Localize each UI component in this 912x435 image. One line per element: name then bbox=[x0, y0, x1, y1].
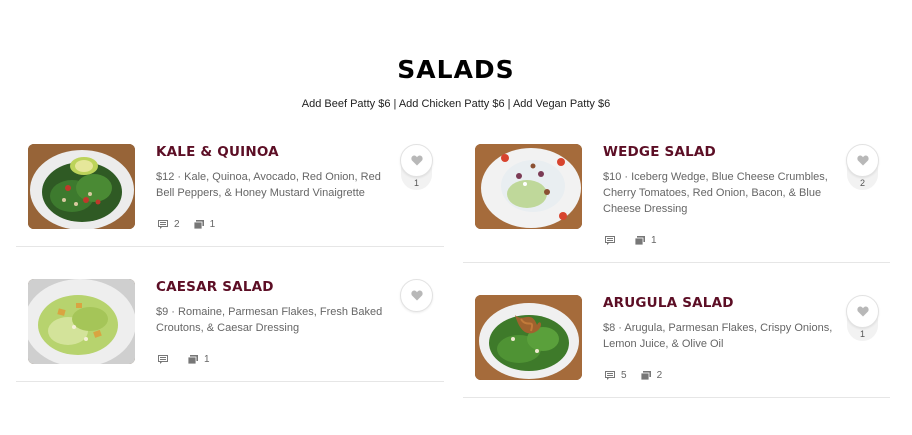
like-widget[interactable] bbox=[400, 279, 433, 312]
photo-icon bbox=[635, 236, 645, 245]
menu-item-kale-quinoa[interactable]: KALE & QUINOA $12 · Kale, Quinoa, Avocad… bbox=[16, 144, 444, 247]
item-meta: 5 2 bbox=[605, 370, 662, 381]
item-photo[interactable] bbox=[28, 279, 135, 364]
photos-number: 1 bbox=[204, 354, 210, 365]
photos-count[interactable]: 2 bbox=[640, 370, 663, 381]
photos-number: 1 bbox=[209, 219, 216, 230]
item-name[interactable]: CAESAR SALAD bbox=[156, 279, 274, 295]
like-widget[interactable]: 2 bbox=[846, 144, 879, 192]
comments-count[interactable] bbox=[605, 236, 621, 245]
item-divider bbox=[463, 262, 890, 263]
like-count: 2 bbox=[859, 178, 865, 188]
heart-icon bbox=[410, 290, 423, 301]
comment-icon bbox=[605, 236, 615, 245]
item-name[interactable]: KALE & QUINOA bbox=[156, 144, 279, 160]
comments-count[interactable] bbox=[158, 355, 174, 364]
menu-item-caesar-salad[interactable]: CAESAR SALAD $9 · Romaine, Parmesan Flak… bbox=[16, 279, 444, 382]
wedge-salad-photo bbox=[475, 144, 582, 229]
comments-count[interactable]: 5 bbox=[605, 370, 627, 381]
menu-item-wedge-salad[interactable]: WEDGE SALAD $10 · Iceberg Wedge, Blue Ch… bbox=[463, 144, 890, 263]
photos-count[interactable]: 1 bbox=[635, 235, 657, 246]
item-description: $12 · Kale, Quinoa, Avocado, Red Onion, … bbox=[156, 171, 381, 199]
like-widget[interactable]: 1 bbox=[400, 144, 433, 192]
like-button[interactable] bbox=[400, 144, 433, 177]
item-photo[interactable] bbox=[28, 144, 135, 229]
photos-count[interactable]: 1 bbox=[188, 354, 210, 365]
caesar-salad-photo bbox=[28, 279, 135, 364]
item-description: $8 · Arugula, Parmesan Flakes, Crispy On… bbox=[603, 322, 833, 350]
like-count: 1 bbox=[413, 178, 419, 188]
comments-count[interactable]: 2 bbox=[158, 219, 180, 230]
comments-number: 2 bbox=[174, 219, 180, 230]
like-button[interactable] bbox=[846, 144, 879, 177]
item-photo[interactable] bbox=[475, 295, 582, 380]
heart-icon bbox=[856, 155, 869, 166]
item-description: $10 · Iceberg Wedge, Blue Cheese Crumble… bbox=[603, 171, 828, 215]
photo-icon bbox=[640, 371, 651, 380]
photo-icon bbox=[188, 355, 198, 364]
item-divider bbox=[16, 246, 444, 247]
like-count: 1 bbox=[859, 329, 865, 339]
arugula-salad-photo bbox=[475, 295, 582, 380]
comments-number: 5 bbox=[621, 370, 627, 381]
comment-icon bbox=[158, 220, 168, 229]
item-photo[interactable] bbox=[475, 144, 582, 229]
comment-icon bbox=[158, 355, 168, 364]
like-button[interactable] bbox=[846, 295, 879, 328]
like-button[interactable] bbox=[400, 279, 433, 312]
item-divider bbox=[16, 381, 444, 382]
item-meta: 1 bbox=[158, 354, 210, 365]
kale-quinoa-photo bbox=[28, 144, 135, 229]
section-title: SALADS bbox=[397, 55, 515, 84]
addons-text: Add Beef Patty $6 | Add Chicken Patty $6… bbox=[301, 98, 611, 110]
like-widget[interactable]: 1 bbox=[846, 295, 879, 343]
photos-number: 2 bbox=[656, 370, 663, 381]
item-meta: 1 bbox=[605, 235, 657, 246]
heart-icon bbox=[410, 155, 423, 166]
menu-item-arugula-salad[interactable]: ARUGULA SALAD $8 · Arugula, Parmesan Fla… bbox=[463, 295, 890, 398]
photos-number: 1 bbox=[651, 235, 657, 246]
item-meta: 2 1 bbox=[158, 219, 215, 230]
item-divider bbox=[463, 397, 890, 398]
item-description: $9 · Romaine, Parmesan Flakes, Fresh Bak… bbox=[156, 306, 383, 334]
item-name[interactable]: WEDGE SALAD bbox=[603, 144, 716, 160]
photo-icon bbox=[193, 220, 204, 229]
photos-count[interactable]: 1 bbox=[193, 219, 216, 230]
item-name[interactable]: ARUGULA SALAD bbox=[603, 295, 734, 311]
comment-icon bbox=[605, 371, 615, 380]
heart-icon bbox=[856, 306, 869, 317]
